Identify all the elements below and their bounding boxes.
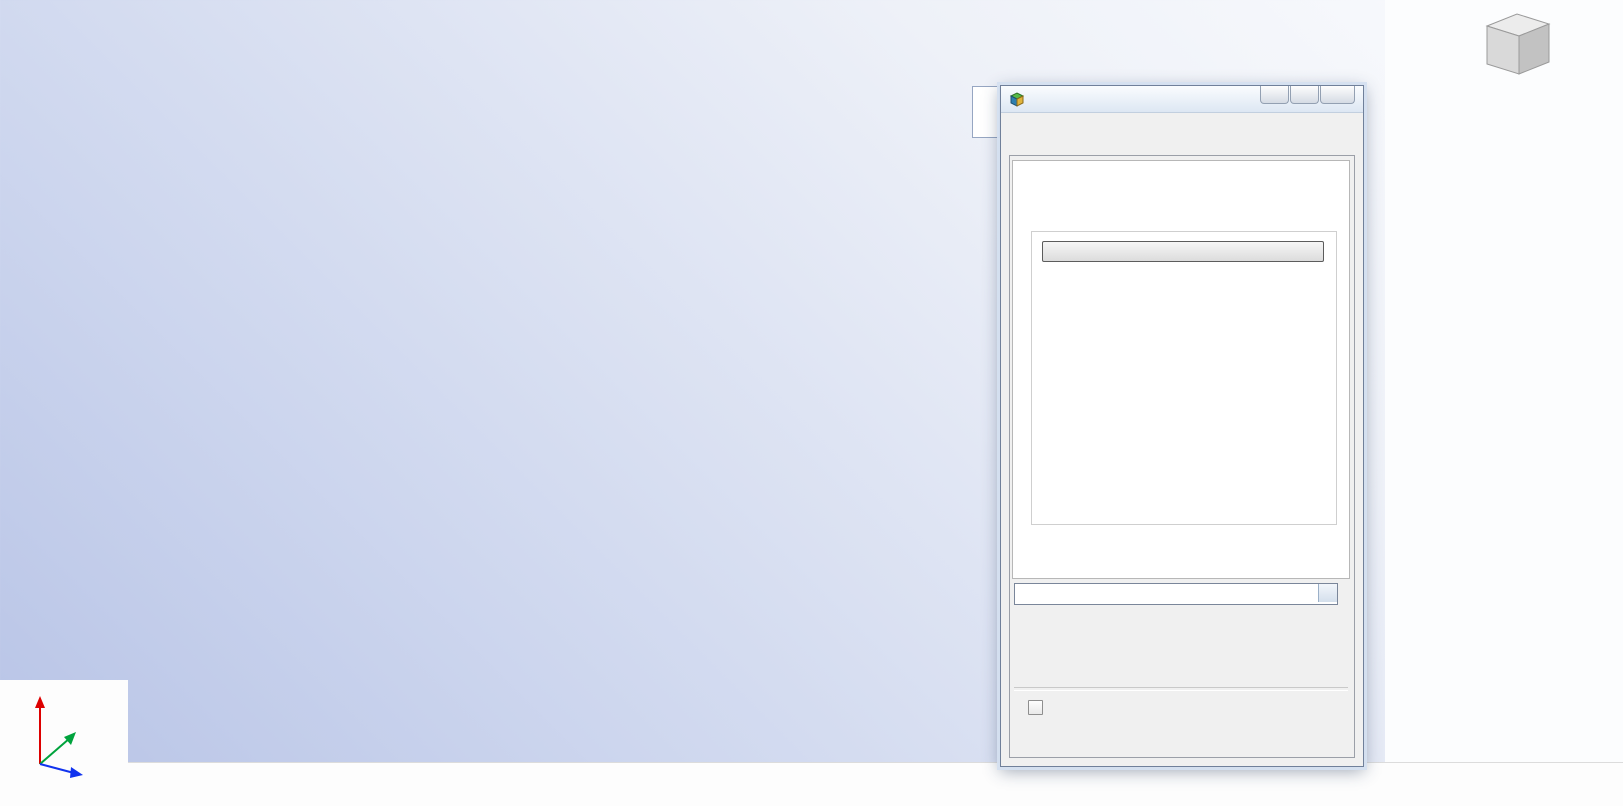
close-button[interactable] xyxy=(1320,86,1355,104)
axis-triad xyxy=(14,686,124,786)
values-panel xyxy=(1012,160,1350,579)
results-legend xyxy=(1402,402,1552,407)
open-new-window-option[interactable] xyxy=(1028,697,1049,717)
x-axis-arrow xyxy=(39,763,75,774)
maps-on-solids-icon xyxy=(1009,91,1025,107)
z-axis-arrowhead xyxy=(35,696,45,708)
tab-page-detailed xyxy=(1009,155,1355,758)
window-caption-buttons xyxy=(1259,86,1355,104)
view-cube[interactable] xyxy=(1475,6,1559,85)
values-group-frame xyxy=(1031,231,1337,525)
y-axis-arrow xyxy=(39,737,71,765)
open-new-window-checkbox[interactable] xyxy=(1028,699,1043,715)
y-axis-arrowhead xyxy=(64,732,76,745)
dialog-button-row xyxy=(1022,722,1340,745)
maximize-button[interactable] xyxy=(1290,86,1319,104)
separator xyxy=(1014,687,1348,691)
smoothing-dropdown[interactable] xyxy=(1014,583,1338,605)
max-value-annotations xyxy=(0,0,1623,805)
direction-xy-button[interactable] xyxy=(1042,241,1324,262)
minimize-button[interactable] xyxy=(1260,86,1289,104)
tabs-dock-handle[interactable] xyxy=(972,86,1000,138)
dialog-titlebar[interactable] xyxy=(1001,86,1363,113)
3d-viewport[interactable] xyxy=(0,0,1623,805)
dropdown-arrow-icon xyxy=(1318,584,1337,602)
x-axis-arrowhead xyxy=(70,767,83,778)
maps-on-solids-dialog xyxy=(1000,85,1364,767)
